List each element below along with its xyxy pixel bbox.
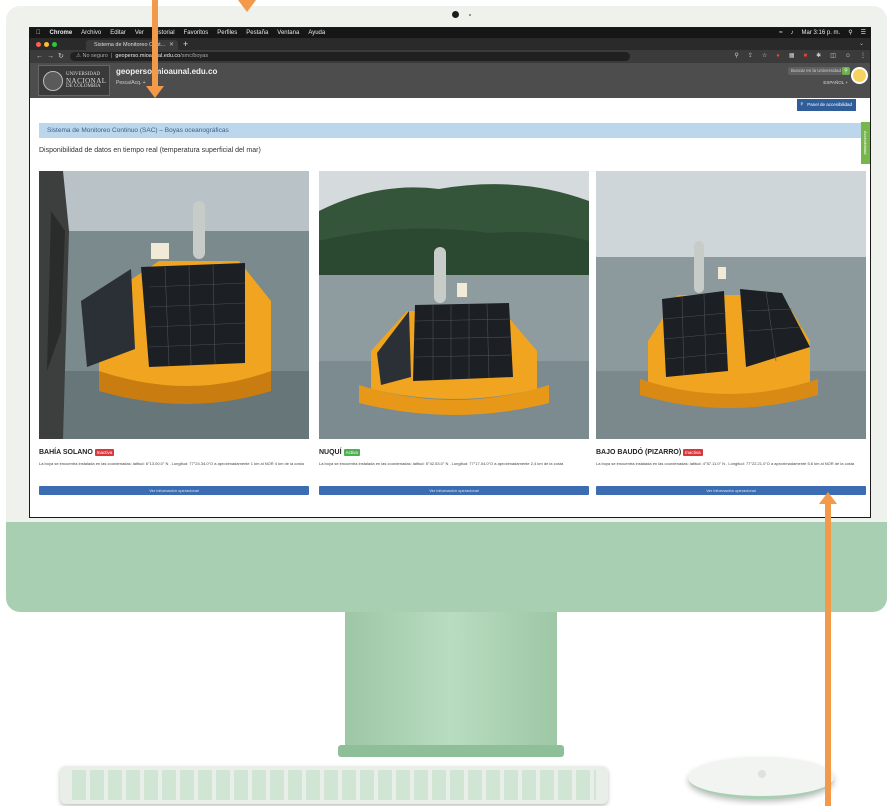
buoy-name: BAHÍA SOLANO <box>39 449 93 456</box>
buoy-description: La boya se encuentra instalada en las co… <box>319 461 564 466</box>
buoy-card-bajo-baudo: BAJO BAUDÓ (PIZARRO) Inactiva La boya se… <box>596 171 866 501</box>
buoy-name: NUQUÍ <box>319 449 342 456</box>
apple-logo-icon <box>758 770 766 778</box>
view-operational-info-button[interactable]: Ver información operacional <box>39 486 309 495</box>
menubar-status-area: ≈ ♪ Mar 3:16 p. m. ⚲ ☰ <box>779 28 866 38</box>
screen:  Chrome Archivo Editar Ver Historial Fa… <box>29 27 871 518</box>
buoy-image <box>319 171 589 439</box>
logo-line-2: NACIONAL <box>66 76 107 85</box>
security-label: No seguro <box>82 53 108 59</box>
tab-active[interactable]: Sistema de Monitoreo Cont... ✕ <box>86 40 178 50</box>
buoy-card-nuqui: NUQUÍ Activa La boya se encuentra instal… <box>319 171 589 501</box>
search-icon[interactable]: ⚲ <box>848 28 852 38</box>
bookmark-star-icon[interactable]: ☆ <box>762 50 767 63</box>
keyboard-keys <box>72 770 596 800</box>
forward-arrow-icon[interactable]: → <box>47 51 54 62</box>
sidebar-icon[interactable]: ◫ <box>830 50 836 63</box>
extension-red-square-icon[interactable]: ■ <box>804 50 808 63</box>
buoy-image <box>596 171 866 439</box>
colombia-coat-of-arms-icon <box>851 67 868 84</box>
menu-item-ayuda[interactable]: Ayuda <box>308 28 325 38</box>
wifi-icon[interactable]: ≈ <box>779 28 782 38</box>
kebab-menu-icon[interactable]: ⋮ <box>860 50 866 63</box>
volume-icon[interactable]: ♪ <box>791 28 794 38</box>
callout-arrowhead-icon <box>238 0 256 12</box>
site-nav-menu[interactable]: Pesca/Acq. + <box>116 80 146 86</box>
extension-icon[interactable]: ▦ <box>789 50 795 63</box>
language-select[interactable]: ESPAÑOL + <box>823 80 848 85</box>
imac-chin <box>6 522 887 612</box>
site-search-input[interactable]: Buscar en la Universidad <box>788 67 844 75</box>
view-operational-info-button[interactable]: Ver información operacional <box>319 486 589 495</box>
minimize-window-button[interactable] <box>44 42 49 47</box>
scene:  Chrome Archivo Editar Ver Historial Fa… <box>0 0 887 806</box>
close-window-button[interactable] <box>36 42 41 47</box>
menu-item-favoritos[interactable]: Favoritos <box>184 28 209 38</box>
accessibility-label: Panel de accesibilidad <box>807 102 852 107</box>
share-icon[interactable]: ⇪ <box>748 50 753 63</box>
tab-search-chevron-icon[interactable]: ⌄ <box>859 39 864 49</box>
extension-icons: ⚲ ⇪ ☆ ● ▦ ■ ✱ ◫ ☺ ⋮ <box>734 50 866 63</box>
site-search-button[interactable]: ⚲ <box>842 67 850 75</box>
menu-item-pestana[interactable]: Pestaña <box>246 28 268 38</box>
control-center-icon[interactable]: ☰ <box>861 28 866 38</box>
buoy-image <box>39 171 309 439</box>
menu-item-ventana[interactable]: Ventana <box>277 28 299 38</box>
back-arrow-icon[interactable]: ← <box>36 51 43 62</box>
camera-icon <box>452 11 459 18</box>
url-host: geoperso.mioaunal.edu.co <box>115 53 181 59</box>
buoy-card-bahia-solano: BAHÍA SOLANO Inactiva La boya se encuent… <box>39 171 309 501</box>
imac-stand <box>345 612 557 752</box>
page-subtitle: Disponibilidad de datos en tiempo real (… <box>39 147 261 154</box>
logo-line-3: DE COLOMBIA <box>66 83 101 89</box>
reload-icon[interactable]: ↻ <box>58 51 64 62</box>
accessibility-icon: ♀ <box>799 101 805 108</box>
status-badge: Inactiva <box>683 449 703 456</box>
callout-arrowhead-icon <box>819 492 837 504</box>
zoom-icon[interactable]: ⚲ <box>734 50 738 63</box>
camera-light <box>469 14 471 16</box>
buoy-description: La boya se encuentra instalada en las co… <box>39 461 304 466</box>
tab-close-icon[interactable]: ✕ <box>169 40 174 50</box>
card-title-row: BAJO BAUDÓ (PIZARRO) Inactiva <box>596 449 703 456</box>
callout-pointer-line <box>152 0 158 92</box>
logo-text: UNIVERSIDAD NACIONAL DE COLOMBIA <box>66 72 107 90</box>
buoy-name: BAJO BAUDÓ (PIZARRO) <box>596 449 682 456</box>
menubar-clock[interactable]: Mar 3:16 p. m. <box>802 28 841 38</box>
buoy-photo-bajo-baudo <box>596 171 866 439</box>
imac-stand-foot <box>338 745 564 757</box>
site-domain[interactable]: geoperso.mioaunal.edu.co <box>116 67 217 76</box>
warning-icon: ⚠ <box>76 53 81 59</box>
callout-pointer-line <box>825 500 831 806</box>
zoom-window-button[interactable] <box>52 42 57 47</box>
menu-app-name[interactable]: Chrome <box>50 28 73 38</box>
puzzle-icon[interactable]: ✱ <box>816 50 821 63</box>
card-title-row: NUQUÍ Activa <box>319 449 360 456</box>
menu-item-editar[interactable]: Editar <box>110 28 126 38</box>
url-path: /smc/boyas <box>180 53 209 59</box>
university-logo[interactable]: UNIVERSIDAD NACIONAL DE COLOMBIA <box>38 65 110 96</box>
callout-arrowhead-icon <box>146 86 164 98</box>
buoy-photo-nuqui <box>319 171 589 439</box>
menu-item-archivo[interactable]: Archivo <box>81 28 101 38</box>
status-badge: Activa <box>343 449 360 456</box>
page-banner: Sistema de Monitoreo Continuo (SAC) – Bo… <box>39 123 861 138</box>
menu-item-ver[interactable]: Ver <box>135 28 144 38</box>
buoy-description: La boya se encuentra instalada en las co… <box>596 461 855 466</box>
extension-red-icon[interactable]: ● <box>776 50 780 63</box>
apple-menu-icon[interactable]:  <box>36 28 41 38</box>
menu-item-perfiles[interactable]: Perfiles <box>217 28 237 38</box>
accessibility-button[interactable]: ♀ Panel de accesibilidad <box>797 99 856 111</box>
card-title-row: BAHÍA SOLANO Inactiva <box>39 449 115 456</box>
magic-mouse <box>688 757 834 799</box>
side-accessibility-tab[interactable]: Accesibilidad <box>861 122 870 164</box>
status-badge: Inactiva <box>94 449 115 456</box>
new-tab-button[interactable]: + <box>183 39 188 49</box>
buoy-photo-bahia-solano <box>39 171 309 439</box>
university-seal-icon <box>43 70 63 91</box>
profile-avatar[interactable]: ☺ <box>845 50 851 63</box>
